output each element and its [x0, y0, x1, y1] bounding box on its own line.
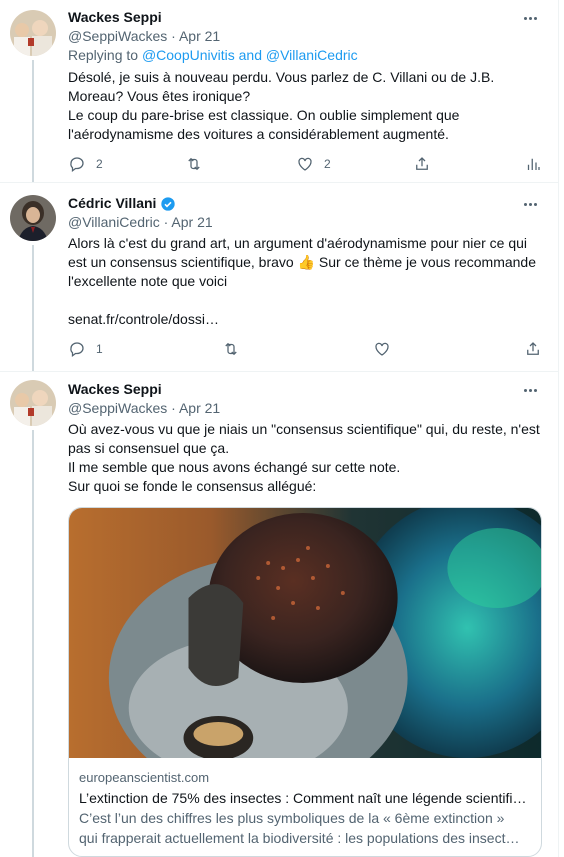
replying-to: Replying to @CoopUnivitis and @VillaniCe…	[68, 46, 542, 65]
share-button[interactable]	[524, 340, 542, 358]
author-name[interactable]: Wackes Seppi	[68, 380, 542, 399]
thread-connector	[32, 430, 34, 857]
analytics-icon	[527, 158, 540, 170]
card-title: L’extinction de 75% des insectes : Comme…	[79, 790, 527, 806]
thumbs-up-emoji: 👍	[297, 254, 316, 270]
like-button[interactable]: 2	[296, 155, 331, 173]
reply-icon	[70, 157, 84, 173]
retweet-icon	[225, 342, 237, 356]
author-handle-date[interactable]: @SeppiWackes · Apr 21	[68, 27, 542, 46]
heart-icon	[298, 157, 312, 171]
tweet-text: Alors là c'est du grand art, un argument…	[68, 234, 542, 291]
link-preview-card[interactable]: europeanscientist.com L’extinction de 75…	[68, 507, 542, 857]
card-description-line: qui frapperait actuellement la biodivers…	[79, 830, 520, 846]
avatar-cedric-villani[interactable]	[10, 195, 56, 241]
share-button[interactable]	[413, 155, 431, 173]
retweet-icon	[188, 157, 200, 171]
tweet-1[interactable]: Wackes Seppi @SeppiWackes · Apr 21 Reply…	[0, 0, 558, 182]
reply-button[interactable]: 2	[68, 155, 103, 173]
like-button[interactable]	[373, 340, 391, 358]
share-icon	[416, 157, 428, 170]
retweet-button[interactable]	[222, 340, 240, 358]
thread-connector	[32, 60, 34, 182]
avatar-wackes-seppi[interactable]	[10, 10, 56, 56]
reply-button[interactable]: 1	[68, 340, 103, 358]
card-domain: europeanscientist.com	[79, 770, 210, 785]
card-description: C’est l’un des chiffres les plus symboli…	[79, 808, 531, 848]
tweet-thread: Wackes Seppi @SeppiWackes · Apr 21 Reply…	[0, 0, 564, 857]
fly-macro-image	[69, 508, 541, 758]
analytics-button[interactable]	[524, 155, 542, 173]
replying-prefix: Replying to	[68, 47, 142, 63]
tweet-text: Où avez-vous vu que je niais un "consens…	[68, 421, 540, 494]
replying-to-link[interactable]: @CoopUnivitis and @VillaniCedric	[142, 47, 358, 63]
reply-count: 2	[96, 157, 103, 171]
reply-icon	[70, 342, 84, 358]
author-name[interactable]: Cédric Villani	[68, 194, 156, 213]
verified-badge-icon	[161, 196, 176, 211]
avatar-wackes-seppi[interactable]	[10, 380, 56, 426]
column-border	[558, 0, 559, 857]
author-handle-date[interactable]: @SeppiWackes · Apr 21	[68, 399, 542, 418]
tweet-2[interactable]: Cédric Villani @VillaniCedric · Apr 21 A…	[0, 183, 558, 371]
author-name[interactable]: Wackes Seppi	[68, 8, 542, 27]
heart-icon	[375, 342, 389, 356]
share-icon	[527, 342, 539, 355]
like-count: 2	[324, 157, 331, 171]
card-description-line: C’est l’un des chiffres les plus symboli…	[79, 810, 505, 826]
retweet-button[interactable]	[185, 155, 203, 173]
tweet-link[interactable]: senat.fr/controle/dossi…	[68, 310, 542, 329]
tweet-text: Désolé, je suis à nouveau perdu. Vous pa…	[68, 69, 495, 142]
reply-count: 1	[96, 342, 103, 356]
author-handle-date[interactable]: @VillaniCedric · Apr 21	[68, 213, 542, 232]
thread-connector	[32, 245, 34, 371]
